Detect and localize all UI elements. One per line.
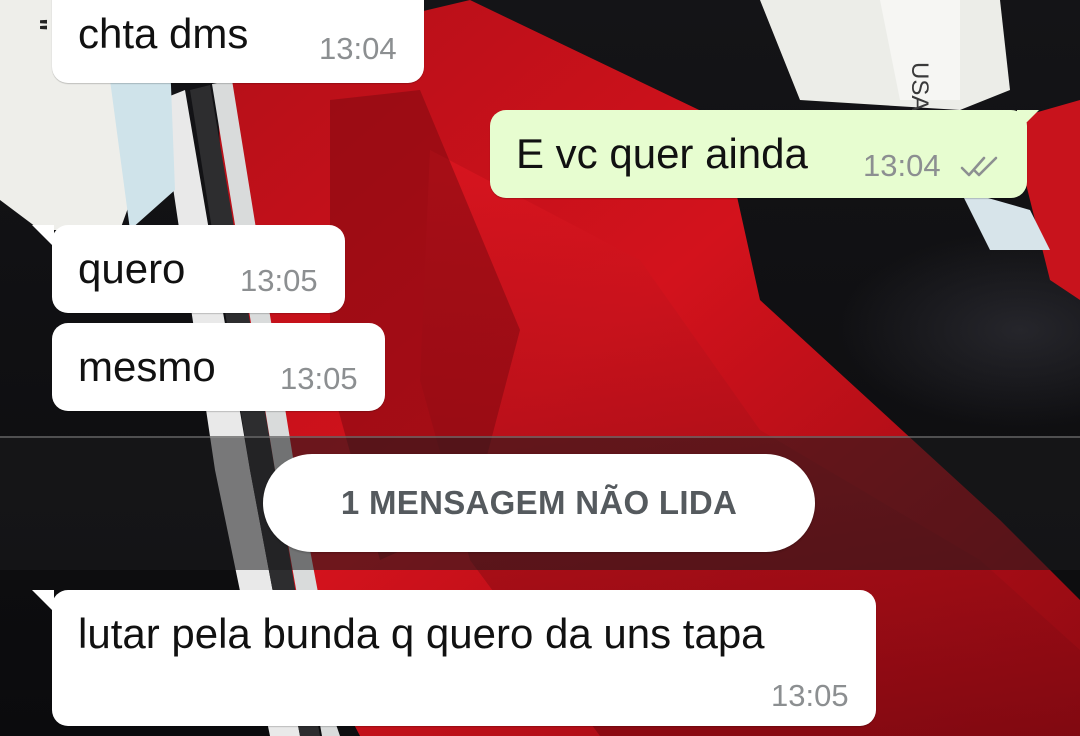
message-time: 13:04 — [319, 31, 397, 66]
message-bubble-incoming[interactable]: chta dms 13:04 — [52, 0, 424, 83]
bubble-tail — [32, 225, 54, 247]
message-text: lutar pela bunda q quero da uns tapa — [78, 610, 765, 657]
message-text: quero — [78, 245, 186, 292]
bubble-tail — [1017, 110, 1039, 132]
svg-text:": " — [22, 18, 53, 31]
message-bubble-incoming[interactable]: quero 13:05 — [32, 225, 345, 313]
unread-messages-badge: 1 MENSAGEM NÃO LIDA — [263, 454, 815, 552]
message-time: 13:05 — [240, 263, 318, 298]
message-bubble-outgoing[interactable]: E vc quer ainda 13:04 — [490, 110, 1039, 198]
message-bubble-incoming[interactable]: mesmo 13:05 — [52, 323, 385, 411]
double-check-icon — [960, 156, 998, 177]
message-time: 13:05 — [280, 361, 358, 396]
shoe-label: USA — [906, 62, 933, 111]
message-bubble-incoming[interactable]: lutar pela bunda q quero da uns tapa 13:… — [32, 590, 876, 726]
bubble-tail — [32, 590, 54, 612]
message-text: chta dms — [78, 10, 249, 57]
message-time: 13:05 — [771, 678, 849, 713]
message-text: mesmo — [78, 343, 216, 390]
message-text: E vc quer ainda — [516, 130, 808, 177]
message-time: 13:04 — [863, 148, 941, 183]
